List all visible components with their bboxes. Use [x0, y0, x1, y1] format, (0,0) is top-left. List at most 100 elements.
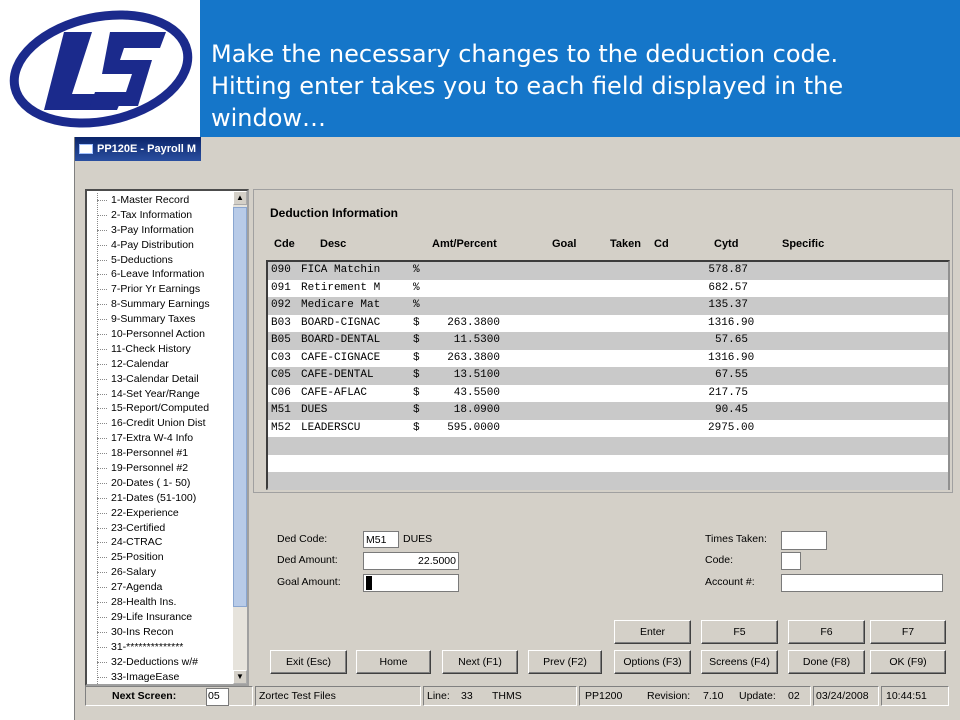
- scroll-thumb[interactable]: [233, 207, 247, 607]
- tree-item[interactable]: 27-Agenda: [87, 580, 233, 595]
- tree-item[interactable]: 23-Certified: [87, 521, 233, 536]
- tree-item[interactable]: 13-Calendar Detail: [87, 372, 233, 387]
- revision-label: Revision:: [647, 690, 691, 702]
- tree-item[interactable]: 2-Tax Information: [87, 208, 233, 223]
- tree-item[interactable]: 4-Pay Distribution: [87, 238, 233, 253]
- tree-item[interactable]: 14-Set Year/Range: [87, 387, 233, 402]
- tree-item[interactable]: 24-CTRAC: [87, 535, 233, 550]
- times-taken-label: Times Taken:: [705, 533, 767, 545]
- cell-cytd: 90.45: [714, 404, 748, 416]
- tree-item[interactable]: 12-Calendar: [87, 357, 233, 372]
- cell-amt: 11.5300: [453, 334, 500, 346]
- tree-item[interactable]: 32-Deductions w/#: [87, 655, 233, 670]
- table-row[interactable]: C06 CAFE-AFLAC $43.5500 217.75: [268, 385, 948, 403]
- cell-type: $: [413, 316, 420, 329]
- tree-list: 1-Master Record 2-Tax Information 3-Pay In…: [87, 193, 233, 684]
- tree-item[interactable]: 9-Summary Taxes: [87, 312, 233, 327]
- cell-code: B03: [271, 316, 291, 329]
- cell-code: C05: [271, 369, 291, 381]
- ded-amount-input[interactable]: 22.5000: [363, 552, 459, 570]
- ok-button[interactable]: OK (F9): [870, 650, 946, 674]
- home-button[interactable]: Home: [356, 650, 431, 674]
- scroll-up-icon[interactable]: ▲: [233, 191, 247, 205]
- tree-item[interactable]: 18-Personnel #1: [87, 446, 233, 461]
- tree-item[interactable]: 28-Health Ins.: [87, 595, 233, 610]
- date-cell: 03/24/2008: [813, 686, 879, 706]
- f5-button[interactable]: F5: [701, 620, 778, 644]
- deduction-grid[interactable]: 090 FICA Matchin% 578.87 091 Retirement M% 68…: [266, 260, 950, 490]
- cell-amt: 263.3800: [447, 316, 500, 329]
- goal-amount-input[interactable]: [363, 574, 459, 592]
- tree-item[interactable]: 26-Salary: [87, 565, 233, 580]
- user-value: THMS: [492, 690, 522, 702]
- tree-item[interactable]: 15-Report/Computed: [87, 401, 233, 416]
- next-screen-input[interactable]: 05: [206, 688, 229, 706]
- tree-item[interactable]: 10-Personnel Action: [87, 327, 233, 342]
- col-specific: Specific: [782, 238, 825, 250]
- ded-amount-label: Ded Amount:: [277, 554, 338, 566]
- table-row[interactable]: [268, 472, 948, 490]
- cell-code: 092: [271, 299, 291, 311]
- scroll-down-icon[interactable]: ▼: [233, 670, 247, 684]
- screens-button[interactable]: Screens (F4): [701, 650, 778, 674]
- table-row[interactable]: [268, 437, 948, 455]
- table-row[interactable]: B03 BOARD-CIGNAC $263.3800 1316.90: [268, 315, 948, 333]
- table-row[interactable]: [268, 455, 948, 473]
- cell-type: %: [413, 264, 420, 276]
- account-input[interactable]: [781, 574, 943, 592]
- cell-type: %: [413, 299, 420, 311]
- cell-amt: 18.0900: [453, 404, 500, 416]
- cell-cytd: 2975.00: [708, 421, 755, 434]
- tree-item[interactable]: 21-Dates (51-100): [87, 491, 233, 506]
- tree-item[interactable]: 30-Ins Recon: [87, 625, 233, 640]
- enter-button[interactable]: Enter: [614, 620, 691, 644]
- f7-button[interactable]: F7: [870, 620, 946, 644]
- table-row[interactable]: M51 DUES $18.0900 90.45: [268, 402, 948, 420]
- tree-item[interactable]: 31-**************: [87, 640, 233, 655]
- prev-button[interactable]: Prev (F2): [528, 650, 602, 674]
- tree-item[interactable]: 33-ImageEase: [87, 670, 233, 685]
- table-row[interactable]: 090 FICA Matchin% 578.87: [268, 262, 948, 280]
- cell-desc: Medicare Mat: [301, 299, 381, 311]
- tree-item[interactable]: 19-Personnel #2: [87, 461, 233, 476]
- cell-desc: BOARD-DENTAL: [301, 334, 381, 346]
- done-button[interactable]: Done (F8): [788, 650, 865, 674]
- exit-button[interactable]: Exit (Esc): [270, 650, 347, 674]
- screen-tree[interactable]: 1-Master Record 2-Tax Information 3-Pay In…: [85, 189, 249, 686]
- options-button[interactable]: Options (F3): [614, 650, 691, 674]
- cell-desc: FICA Matchin: [301, 264, 381, 276]
- table-row[interactable]: C05 CAFE-DENTAL $13.5100 67.55: [268, 367, 948, 385]
- code-input[interactable]: [781, 552, 801, 570]
- window-titlebar[interactable]: PP120E - Payroll M: [75, 137, 201, 161]
- col-cde: Cde: [274, 238, 295, 250]
- tree-item[interactable]: 6-Leave Information: [87, 267, 233, 282]
- tree-item[interactable]: 25-Position: [87, 550, 233, 565]
- table-row[interactable]: 092 Medicare Mat% 135.37: [268, 297, 948, 315]
- tree-item[interactable]: 7-Prior Yr Earnings: [87, 282, 233, 297]
- tree-item[interactable]: 3-Pay Information: [87, 223, 233, 238]
- cell-cytd: 67.55: [714, 369, 748, 381]
- table-row[interactable]: B05 BOARD-DENTAL $11.5300 57.65: [268, 332, 948, 350]
- table-row[interactable]: 091 Retirement M% 682.57: [268, 280, 948, 298]
- times-taken-input[interactable]: [781, 531, 827, 550]
- f6-button[interactable]: F6: [788, 620, 865, 644]
- tree-item[interactable]: 20-Dates ( 1- 50): [87, 476, 233, 491]
- tree-item[interactable]: 1-Master Record: [87, 193, 233, 208]
- window-icon: [79, 144, 93, 155]
- table-row[interactable]: C03 CAFE-CIGNACE $263.3800 1316.90: [268, 350, 948, 368]
- col-cytd: Cytd: [714, 238, 739, 250]
- tree-scrollbar[interactable]: ▲ ▼: [233, 191, 247, 684]
- table-row[interactable]: M52 LEADERSCU $595.0000 2975.00: [268, 420, 948, 438]
- tree-item[interactable]: 17-Extra W-4 Info: [87, 431, 233, 446]
- tree-item[interactable]: 29-Life Insurance: [87, 610, 233, 625]
- tree-item[interactable]: 5-Deductions: [87, 253, 233, 268]
- tree-item[interactable]: 11-Check History: [87, 342, 233, 357]
- next-button[interactable]: Next (F1): [442, 650, 518, 674]
- cell-type: $: [413, 386, 420, 399]
- tree-item[interactable]: 8-Summary Earnings: [87, 297, 233, 312]
- ded-code-input[interactable]: M51: [363, 531, 399, 548]
- payroll-window: PP120E - Payroll M 1-Master Record 2-Tax …: [74, 137, 960, 720]
- cell-desc: CAFE-AFLAC: [301, 386, 368, 399]
- tree-item[interactable]: 22-Experience: [87, 506, 233, 521]
- tree-item[interactable]: 16-Credit Union Dist: [87, 416, 233, 431]
